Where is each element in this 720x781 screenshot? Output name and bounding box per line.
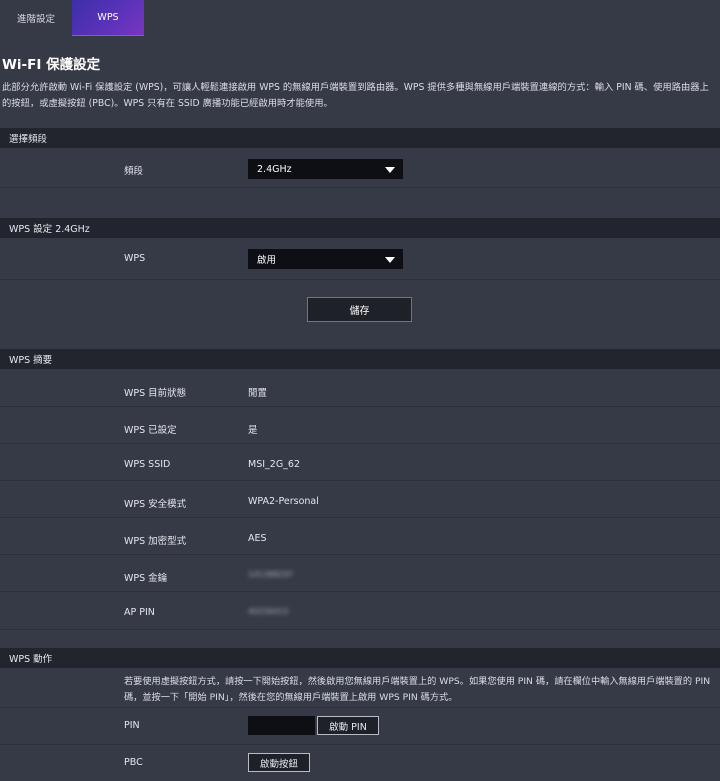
page-description: 此部分允許啟動 Wi-Fi 保護設定 (WPS)，可讓人輕鬆連接啟用 WPS 的… bbox=[2, 82, 709, 109]
tab-advanced-settings[interactable]: 進階設定 bbox=[0, 0, 72, 35]
summary-value: WPA2-Personal bbox=[248, 496, 319, 507]
pin-input[interactable] bbox=[248, 716, 315, 735]
summary-label: AP PIN bbox=[124, 607, 155, 618]
wps-settings-header: WPS 設定 2.4GHz bbox=[0, 218, 720, 238]
band-select[interactable]: 2.4GHz bbox=[248, 159, 403, 179]
chevron-down-icon bbox=[385, 257, 395, 263]
wps-enable-selected-value: 啟用 bbox=[257, 255, 277, 266]
chevron-down-icon bbox=[385, 167, 395, 173]
band-label: 頻段 bbox=[124, 166, 144, 177]
summary-value: 是 bbox=[248, 425, 258, 436]
ap-pin-value: 40256415 bbox=[248, 607, 289, 616]
table-row bbox=[0, 481, 720, 518]
summary-value: AES bbox=[248, 533, 267, 544]
summary-value: MSI_2G_62 bbox=[248, 459, 301, 470]
summary-label: WPS 金鑰 bbox=[124, 573, 168, 584]
pin-label: PIN bbox=[124, 720, 140, 731]
band-selected-value: 2.4GHz bbox=[257, 163, 292, 175]
table-row bbox=[0, 555, 720, 592]
band-section-header: 選擇頻段 bbox=[0, 128, 720, 148]
tab-bar: 進階設定 WPS bbox=[0, 0, 720, 36]
summary-label: WPS SSID bbox=[124, 459, 171, 470]
save-button[interactable]: 儲存 bbox=[307, 297, 412, 322]
table-row bbox=[0, 369, 720, 407]
start-pin-button[interactable]: 啟動 PIN bbox=[317, 716, 379, 735]
page-title: Wi-FI 保護設定 bbox=[2, 57, 101, 73]
summary-label: WPS 目前狀態 bbox=[124, 388, 187, 399]
table-row bbox=[0, 407, 720, 444]
wps-enable-label: WPS bbox=[124, 253, 146, 264]
summary-label: WPS 已設定 bbox=[124, 425, 177, 436]
tab-wps[interactable]: WPS bbox=[72, 0, 144, 36]
wps-action-instructions: 若要使用虛擬按鈕方式，請按一下開始按鈕，然後啟用您無線用戶端裝置上的 WPS。如… bbox=[124, 676, 711, 703]
wps-summary-header: WPS 摘要 bbox=[0, 349, 720, 369]
start-button[interactable]: 啟動按鈕 bbox=[248, 753, 310, 772]
table-row bbox=[0, 592, 720, 630]
pbc-label: PBC bbox=[124, 757, 143, 768]
wps-action-header: WPS 動作 bbox=[0, 648, 720, 668]
summary-label: WPS 安全模式 bbox=[124, 499, 187, 510]
table-row bbox=[0, 444, 720, 481]
summary-label: WPS 加密型式 bbox=[124, 536, 187, 547]
table-row bbox=[0, 518, 720, 555]
wps-key-value: 14138829? bbox=[248, 570, 293, 579]
summary-value: 閒置 bbox=[248, 388, 268, 399]
wps-enable-select[interactable]: 啟用 bbox=[248, 249, 403, 269]
